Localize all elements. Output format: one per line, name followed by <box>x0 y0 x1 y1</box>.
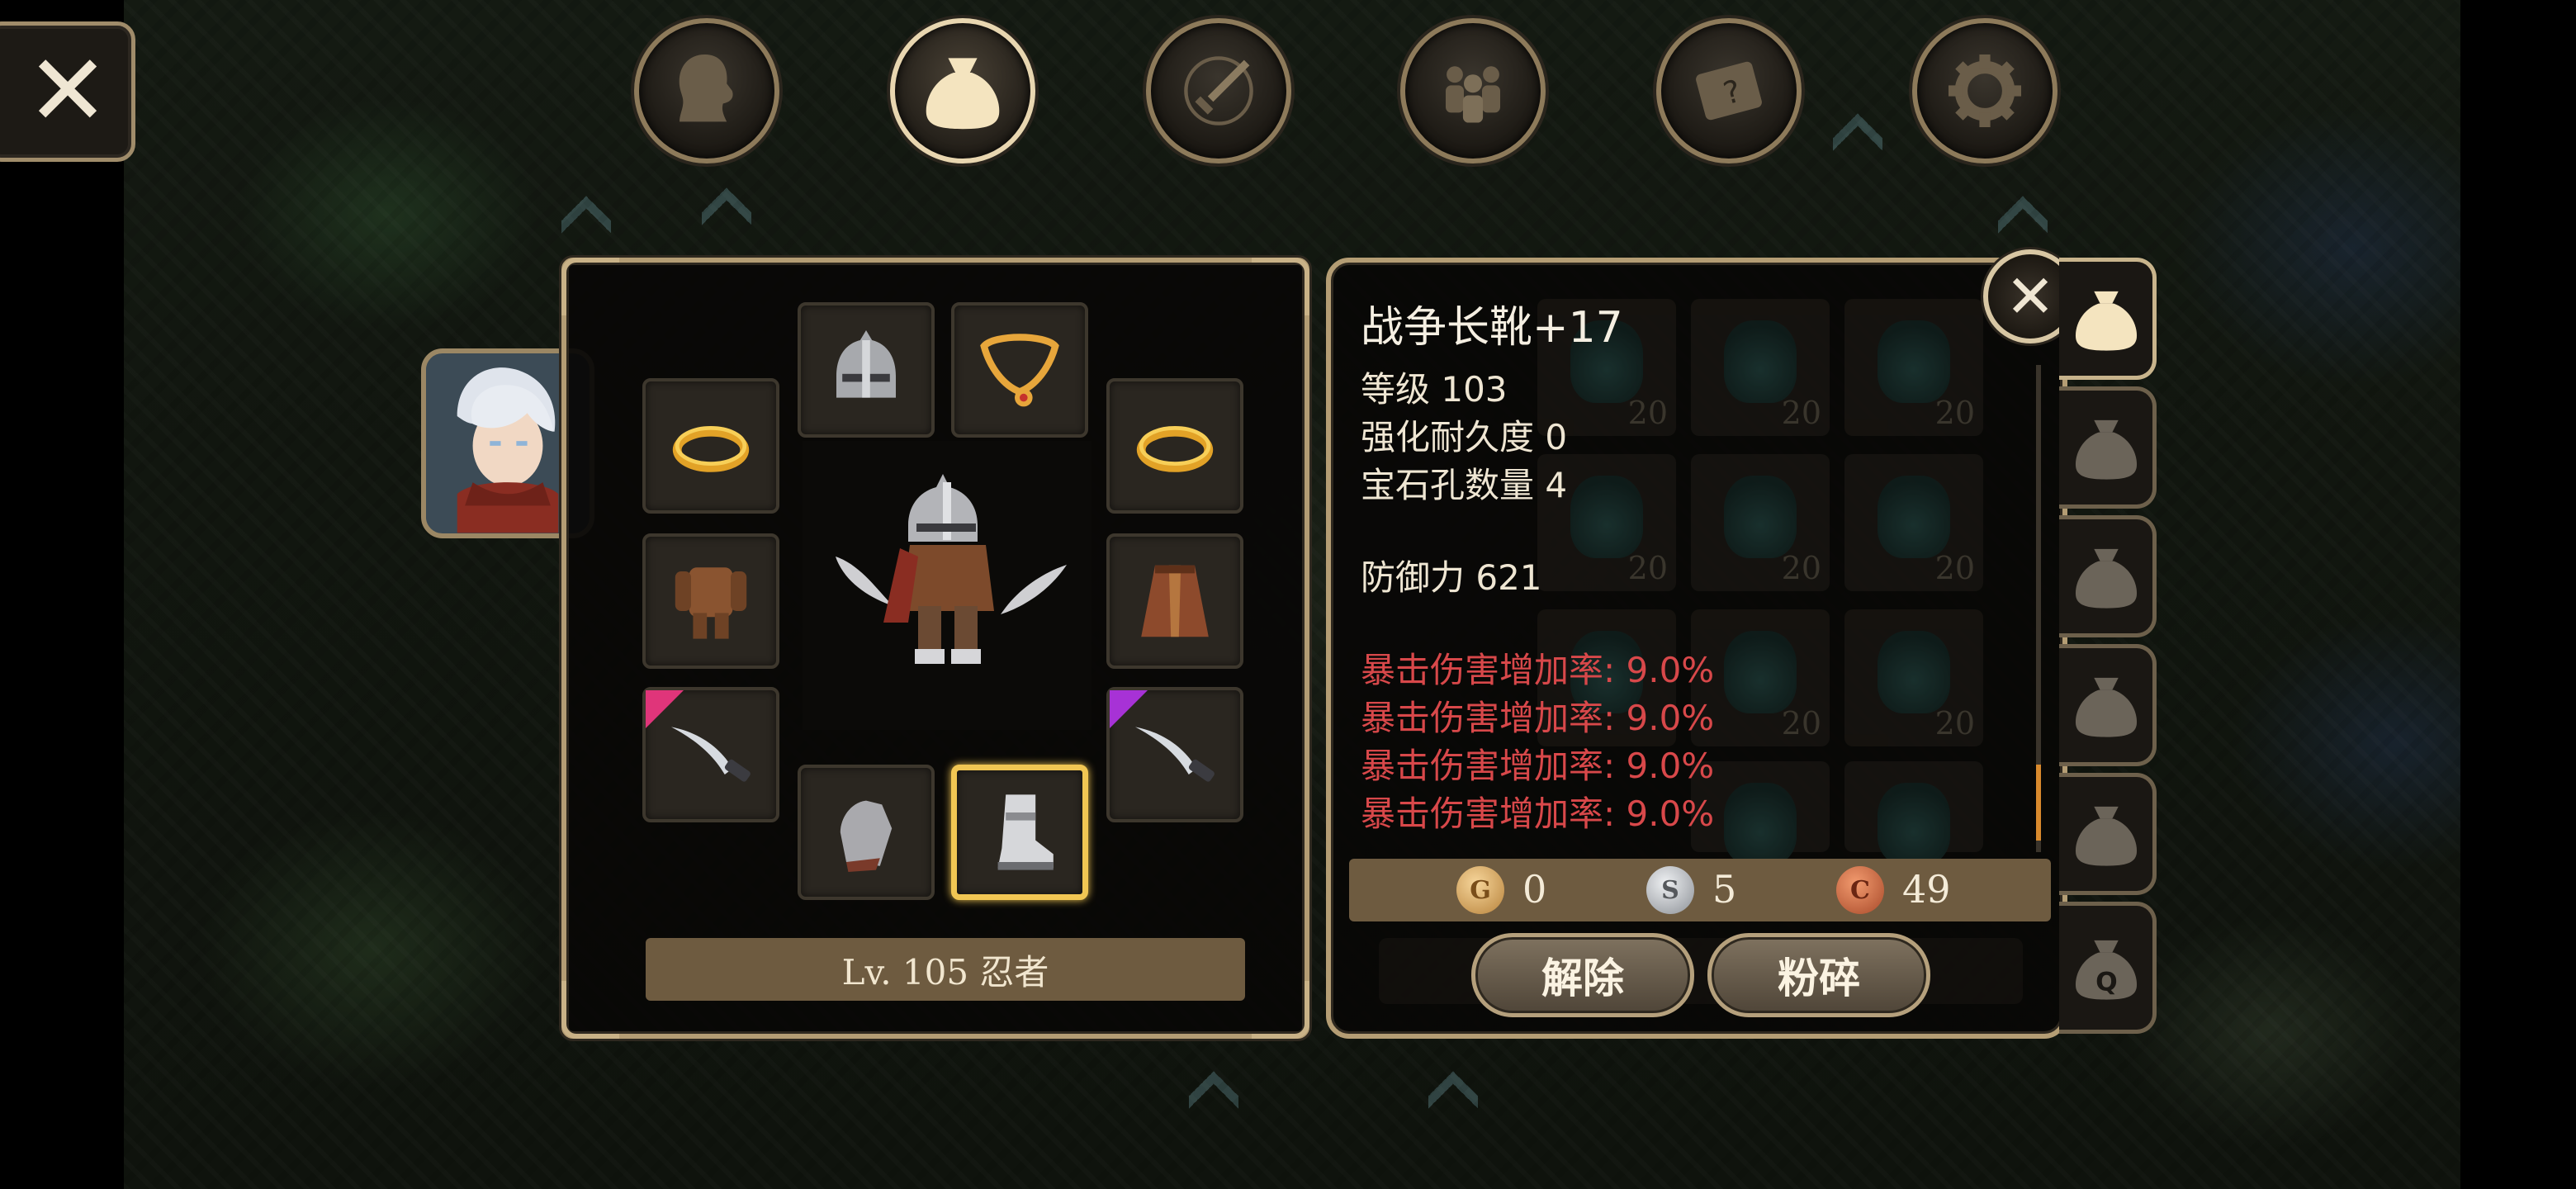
slot-cloak[interactable] <box>1106 533 1243 669</box>
ninja-character-sprite <box>836 474 1067 664</box>
slot-boots[interactable] <box>951 765 1088 900</box>
item-bonus-stat: 暴击伤害增加率: 9.0% <box>1361 650 1715 690</box>
slot-necklace[interactable] <box>951 302 1088 438</box>
tab-party[interactable] <box>1400 18 1546 163</box>
item-detail-panel: 20 20 20 20 20 20 20 20 战争长靴+17 等级 103 强… <box>1326 258 2067 1039</box>
tooltip-scrollbar-thumb[interactable] <box>2036 765 2041 841</box>
head-silhouette-icon <box>679 54 733 122</box>
bag-icon <box>926 58 1000 130</box>
slot-gloves[interactable] <box>798 765 935 900</box>
slot-weapon-left[interactable] <box>642 687 779 822</box>
bag-tab-5[interactable] <box>2059 773 2157 895</box>
sword-icon <box>1184 56 1253 126</box>
bag-tab-1[interactable] <box>2059 258 2157 380</box>
item-bonus-stat: 暴击伤害增加率: 9.0% <box>1361 698 1715 738</box>
item-bonus-stat: 暴击伤害增加率: 9.0% <box>1361 746 1715 786</box>
item-name: 战争长靴+17 <box>1361 303 1623 353</box>
bag-tab-4[interactable] <box>2059 644 2157 766</box>
gold-coin-icon: G <box>1456 866 1504 914</box>
tab-settings[interactable] <box>1912 18 2057 163</box>
copper-coin-icon: C <box>1836 866 1884 914</box>
item-socket-count: 宝石孔数量 4 <box>1361 465 1568 505</box>
quest-scroll-icon: ? <box>1696 61 1762 121</box>
tab-quests[interactable]: ? <box>1656 18 1802 163</box>
bag-icon <box>2075 291 2137 351</box>
slot-ring-left[interactable] <box>642 378 779 514</box>
waypoint-marker <box>702 157 751 256</box>
ring-icon <box>1136 426 1214 472</box>
cloak-icon <box>1141 565 1209 637</box>
slot-helmet[interactable] <box>798 302 935 438</box>
armor-icon <box>675 567 747 639</box>
equipment-panel: Lv. 105 忍者 <box>561 258 1309 1039</box>
bag-q-icon: Q <box>2075 940 2137 1000</box>
item-level: 等级 103 <box>1361 369 1508 410</box>
ring-icon <box>672 426 750 472</box>
gauntlet-icon <box>840 800 893 872</box>
close-menu-button[interactable]: ✕ <box>0 21 135 162</box>
bag-icon <box>2075 677 2137 737</box>
tab-inventory[interactable] <box>890 18 1035 163</box>
unequip-button[interactable]: 解除 <box>1471 933 1694 1017</box>
bag-tab-2[interactable] <box>2059 386 2157 509</box>
waypoint-marker <box>1189 1040 1238 1139</box>
tab-skills[interactable] <box>1146 18 1291 163</box>
svg-text:Q: Q <box>2095 968 2118 997</box>
bag-icon <box>2075 806 2137 866</box>
item-tooltip-text: 战争长靴+17 等级 103 强化耐久度 0 宝石孔数量 4 防御力 621 暴… <box>1361 292 2021 834</box>
character-level-class-label: Lv. 105 忍者 <box>646 938 1245 1001</box>
panel-corner-ornament <box>561 258 619 315</box>
boot-icon <box>997 794 1054 870</box>
character-model-preview <box>803 441 1091 730</box>
silver-coin-icon: S <box>1646 866 1694 914</box>
necklace-icon <box>980 334 1059 407</box>
bag-icon <box>2075 548 2137 609</box>
gear-icon <box>1949 54 2021 127</box>
waypoint-marker <box>1428 1040 1478 1139</box>
bag-tab-3[interactable] <box>2059 515 2157 637</box>
gold-amount: 0 <box>1522 867 1547 912</box>
copper-amount: 49 <box>1902 867 1951 912</box>
bag-icon <box>2075 419 2137 480</box>
waypoint-marker <box>561 165 611 264</box>
rarity-corner-badge <box>1110 690 1148 728</box>
panel-corner-ornament <box>561 981 619 1039</box>
close-icon: ✕ <box>26 34 110 149</box>
item-defense: 防御力 621 <box>1361 557 1542 598</box>
currency-bar: G 0 S 5 C 49 <box>1349 859 2051 921</box>
waypoint-marker <box>1833 83 1882 182</box>
item-durability: 强化耐久度 0 <box>1361 417 1568 457</box>
panel-corner-ornament <box>1252 981 1309 1039</box>
rarity-corner-badge <box>646 690 684 728</box>
tab-character[interactable] <box>634 18 779 163</box>
close-icon: ✕ <box>2005 262 2056 331</box>
helmet-icon <box>836 330 896 398</box>
silver-amount: 5 <box>1712 867 1737 912</box>
party-icon <box>1446 66 1500 123</box>
smash-button[interactable]: 粉碎 <box>1707 933 1930 1017</box>
slot-weapon-right[interactable] <box>1106 687 1243 822</box>
panel-corner-ornament <box>1252 258 1309 315</box>
item-bonus-stat: 暴击伤害增加率: 9.0% <box>1361 793 1715 834</box>
slot-armor[interactable] <box>642 533 779 669</box>
bag-tab-quest[interactable]: Q <box>2059 902 2157 1034</box>
slot-ring-right[interactable] <box>1106 378 1243 514</box>
